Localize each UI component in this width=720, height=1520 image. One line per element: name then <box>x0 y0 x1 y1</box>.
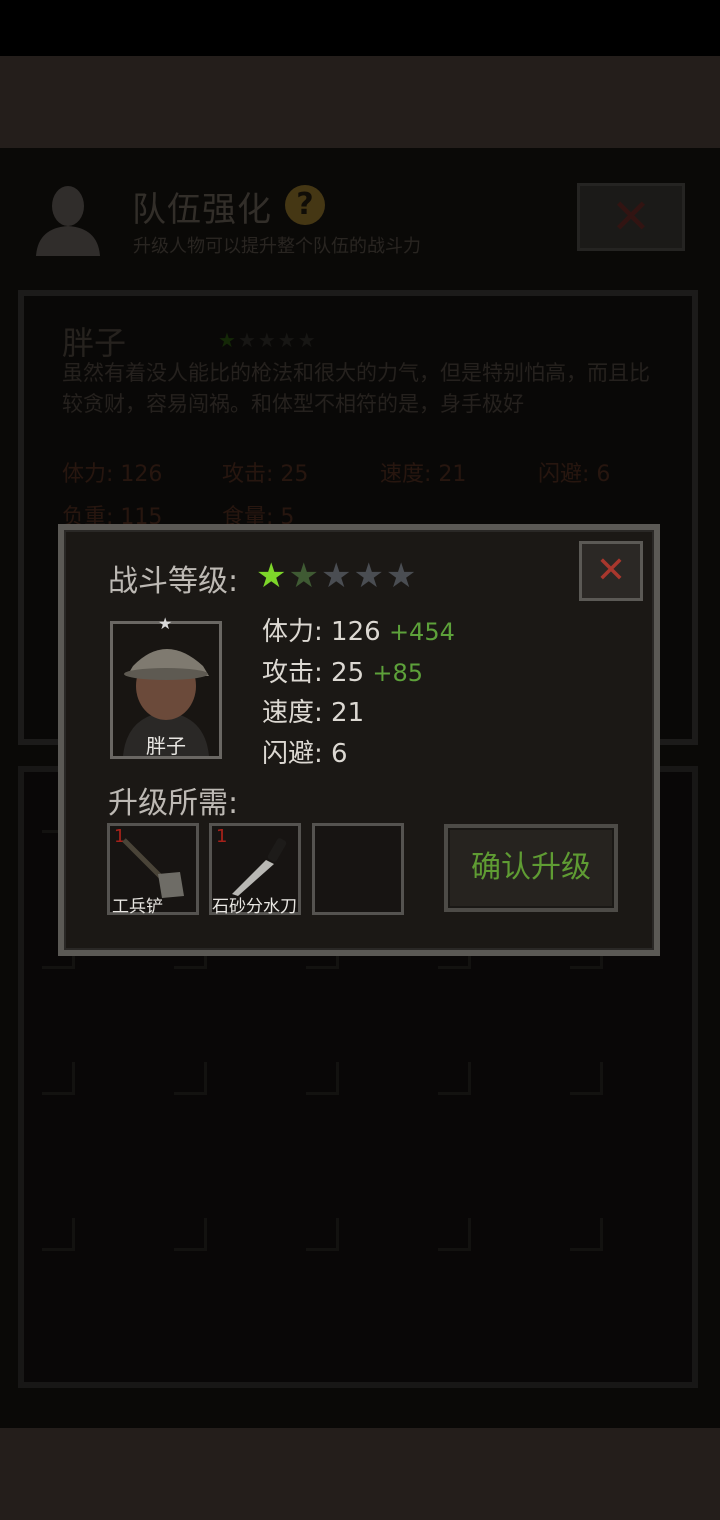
combat-level-stars: ★★★★★ <box>256 556 418 596</box>
nav-bar <box>0 1428 720 1520</box>
portrait-star-icon: ★ <box>158 614 173 633</box>
stat-label: 闪避: <box>262 739 323 769</box>
star-icon: ★ <box>288 556 321 596</box>
item-name: 石砂分水刀 <box>212 897 297 917</box>
confirm-upgrade-label: 确认升级 <box>471 850 591 885</box>
item-name: 工兵铲 <box>112 897 163 917</box>
stat-increase: +454 <box>388 618 455 646</box>
dialog-stat-dodge: 闪避: 6 <box>262 733 348 770</box>
dialog-close-button[interactable]: ✕ <box>579 541 643 601</box>
top-spacer <box>0 56 720 148</box>
requirements-label: 升级所需: <box>108 786 239 821</box>
requirement-slot[interactable]: 1 工兵铲 <box>107 823 199 917</box>
stat-label: 速度: <box>262 698 323 728</box>
dialog-stat-attack: 攻击: 25 +85 <box>262 652 423 689</box>
stat-value: 126 <box>331 617 381 647</box>
requirement-slot[interactable]: 1 石砂分水刀 <box>209 823 301 917</box>
stat-value: 21 <box>331 698 365 728</box>
close-icon: ✕ <box>595 550 627 591</box>
portrait-name: 胖子 <box>146 734 186 758</box>
stat-label: 体力: <box>262 617 323 647</box>
stat-label: 攻击: <box>262 658 323 688</box>
stat-value: 25 <box>331 658 365 688</box>
confirm-upgrade-button[interactable]: 确认升级 <box>444 824 618 912</box>
dialog-stat-speed: 速度: 21 <box>262 692 364 729</box>
dialog-stat-hp: 体力: 126 +454 <box>262 611 455 648</box>
combat-level-label: 战斗等级: <box>108 564 239 599</box>
stat-increase: +85 <box>372 659 424 687</box>
star-icon: ★ <box>256 556 289 596</box>
star-icon: ★★★ <box>320 556 419 596</box>
stat-value: 6 <box>331 739 348 769</box>
status-bar <box>0 0 720 56</box>
requirement-slot-empty[interactable] <box>312 823 404 915</box>
